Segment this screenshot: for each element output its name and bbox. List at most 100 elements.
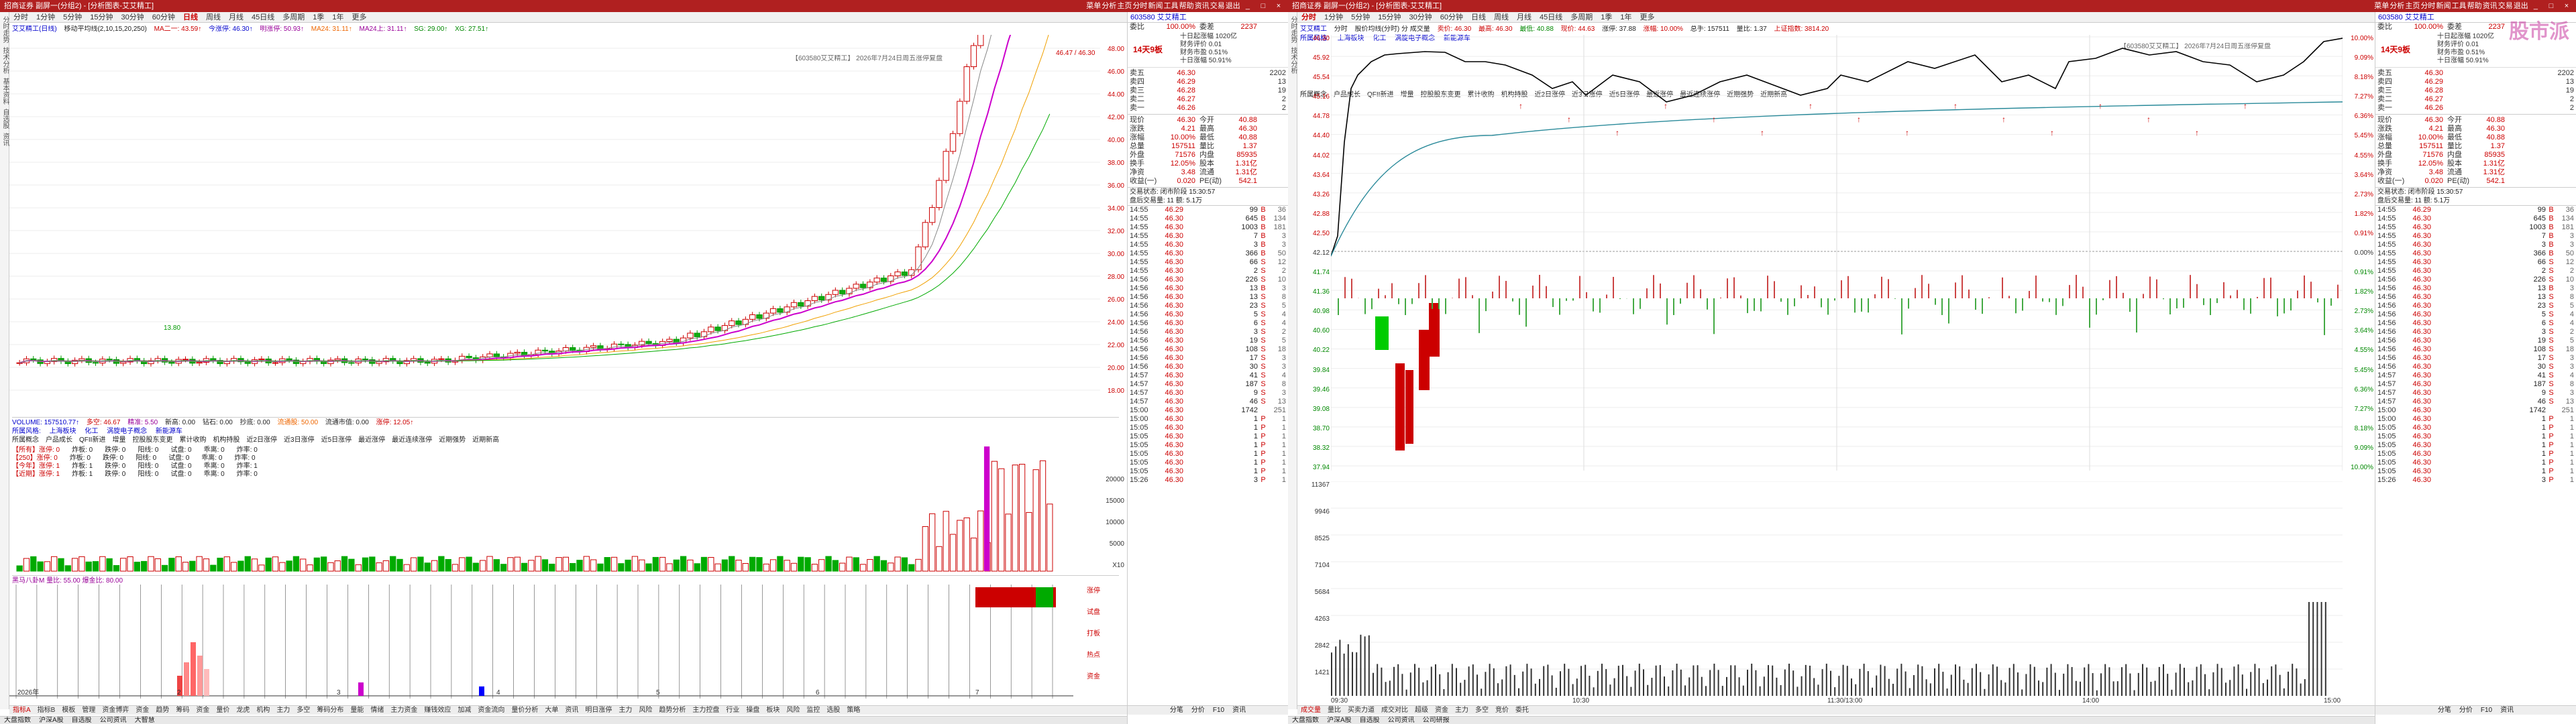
menu-item[interactable]: 新闻 — [1148, 0, 1162, 12]
indicator-tab[interactable]: 资金 — [1432, 706, 1452, 715]
period-tab[interactable]: 60分钟 — [1436, 12, 1467, 23]
right-volume-chart[interactable] — [1331, 481, 2343, 696]
quote-tab-button[interactable]: F10 — [1209, 706, 1228, 715]
status-item[interactable]: 公司资讯 — [96, 717, 131, 724]
menu-item[interactable]: 退出 — [2514, 0, 2527, 12]
indicator-tab[interactable]: 资金博弈 — [99, 706, 132, 715]
side-tab[interactable]: 技术分析 — [1, 47, 9, 74]
menu-item[interactable]: 帮助 — [1179, 0, 1193, 12]
indicator-tab[interactable]: 成交对比 — [1378, 706, 1411, 715]
close-icon[interactable]: × — [1272, 0, 1285, 12]
period-tab[interactable]: 45日线 — [1536, 12, 1566, 23]
minimize-icon[interactable]: _ — [1241, 0, 1254, 12]
period-tab[interactable]: 1季 — [1597, 12, 1616, 23]
indicator-tab[interactable]: 加减 — [454, 706, 474, 715]
indicator-tab[interactable]: 情绪 — [367, 706, 387, 715]
period-tab[interactable]: 1分钟 — [32, 12, 59, 23]
indicator-tab[interactable]: 趋势 — [152, 706, 172, 715]
period-tab[interactable]: 15分钟 — [86, 12, 117, 23]
quote-tab-button[interactable]: 资讯 — [2496, 706, 2518, 715]
period-tab[interactable]: 多周期 — [278, 12, 309, 23]
left-indicator-chart[interactable]: 涨停试盘打板热点资金2026年 2 3 4 5 6 7 — [9, 585, 1127, 699]
indicator-tab[interactable]: 主力 — [1452, 706, 1472, 715]
indicator-tab[interactable]: 量能 — [347, 706, 367, 715]
period-tab[interactable]: 45日线 — [248, 12, 278, 23]
indicator-tab[interactable]: 资金 — [193, 706, 213, 715]
indicator-tab[interactable]: 操盘 — [743, 706, 763, 715]
right-intraday-chart[interactable]: ↑↑↑↑↑↑↑↑↑↑↑↑↑↑↑↑ — [1331, 35, 2343, 471]
indicator-tab[interactable]: 风险 — [783, 706, 803, 715]
sector-item[interactable]: 化工 — [85, 428, 98, 435]
indicator-tab[interactable]: 多空 — [1472, 706, 1492, 715]
menu-item[interactable]: 退出 — [1226, 0, 1239, 12]
quote-tab-button[interactable]: F10 — [2477, 706, 2496, 715]
indicator-tab[interactable]: 主力 — [615, 706, 635, 715]
indicator-tab[interactable]: 量价分析 — [508, 706, 541, 715]
indicator-tab[interactable]: 筹码 — [172, 706, 193, 715]
side-tab[interactable]: 技术分析 — [1289, 47, 1297, 74]
period-tab[interactable]: 5分钟 — [59, 12, 86, 23]
indicator-tab[interactable]: 龙虎 — [233, 706, 253, 715]
indicator-tab[interactable]: 明日涨停 — [582, 706, 615, 715]
indicator-tab[interactable]: 主力控盘 — [689, 706, 722, 715]
menu-item[interactable]: 交易 — [2498, 0, 2512, 12]
indicator-tab[interactable]: 成交量 — [1297, 706, 1324, 715]
sector-item[interactable]: 新能源车 — [156, 428, 182, 435]
side-tab[interactable]: 分时走势 — [1, 16, 9, 43]
sector-item[interactable]: 涡旋电子概念 — [107, 428, 147, 435]
indicator-tab[interactable]: 超级 — [1411, 706, 1432, 715]
indicator-tab[interactable]: 策略 — [843, 706, 863, 715]
menu-item[interactable]: 资讯 — [1195, 0, 1208, 12]
menu-item[interactable]: 资讯 — [2483, 0, 2496, 12]
close-icon[interactable]: × — [2560, 0, 2573, 12]
left-kline-chart[interactable]: 48.0046.0044.0042.0040.0038.0036.0034.00… — [9, 35, 1127, 417]
quote-tab-button[interactable]: 分价 — [1187, 706, 1209, 715]
indicator-tab[interactable]: 筹码分布 — [313, 706, 347, 715]
indicator-tab[interactable]: 机构 — [253, 706, 273, 715]
status-item[interactable]: 大盘指数 — [0, 717, 35, 724]
period-tab[interactable]: 周线 — [202, 12, 225, 23]
status-item[interactable]: 沪深A股 — [35, 717, 68, 724]
period-tab[interactable]: 5分钟 — [1347, 12, 1374, 23]
period-tab[interactable]: 1分钟 — [1320, 12, 1347, 23]
indicator-tab[interactable]: 竞价 — [1492, 706, 1512, 715]
period-tab[interactable]: 更多 — [1636, 12, 1659, 23]
indicator-tab[interactable]: 管理 — [78, 706, 99, 715]
indicator-tab[interactable]: 指标A — [9, 706, 34, 715]
indicator-tab[interactable]: 主力 — [273, 706, 293, 715]
indicator-tab[interactable]: 板块 — [763, 706, 783, 715]
menu-item[interactable]: 帮助 — [2467, 0, 2481, 12]
period-tab[interactable]: 月线 — [1513, 12, 1536, 23]
period-tab[interactable]: 日线 — [179, 12, 202, 23]
period-tab[interactable]: 分时 — [1297, 12, 1320, 23]
indicator-tab[interactable]: 风险 — [635, 706, 655, 715]
indicator-tab[interactable]: 资讯 — [561, 706, 582, 715]
menu-item[interactable]: 工具 — [2452, 0, 2465, 12]
status-item[interactable]: 大盘指数 — [1288, 717, 1323, 724]
menu-item[interactable]: 工具 — [1164, 0, 1177, 12]
left-volume-chart[interactable]: 20000 15000 10000 5000 X10 — [9, 441, 1127, 574]
side-tab[interactable]: 资讯 — [1, 133, 9, 146]
period-tab[interactable]: 60分钟 — [148, 12, 179, 23]
period-tab[interactable]: 30分钟 — [1405, 12, 1436, 23]
status-item[interactable]: 自选股 — [1356, 717, 1384, 724]
status-item[interactable]: 大智慧 — [131, 717, 159, 724]
side-tab[interactable]: 分时走势 — [1289, 16, 1297, 43]
quote-tab-button[interactable]: 分笔 — [2434, 706, 2455, 715]
period-tab[interactable]: 多周期 — [1566, 12, 1597, 23]
side-tab[interactable]: 基本资料 — [1, 78, 9, 105]
period-tab[interactable]: 30分钟 — [117, 12, 148, 23]
menu-item[interactable]: 交易 — [1210, 0, 1224, 12]
period-tab[interactable]: 日线 — [1467, 12, 1490, 23]
menu-item[interactable]: 分时 — [2420, 0, 2434, 12]
maximize-icon[interactable]: □ — [1256, 0, 1270, 12]
menu-item[interactable]: 分析 — [1102, 0, 1115, 12]
status-item[interactable]: 沪深A股 — [1323, 717, 1356, 724]
quote-tab-button[interactable]: 资讯 — [1228, 706, 1250, 715]
period-tab[interactable]: 1年 — [1616, 12, 1635, 23]
indicator-tab[interactable]: 多空 — [293, 706, 313, 715]
indicator-tab[interactable]: 指标B — [34, 706, 59, 715]
quote-tab-button[interactable]: 分价 — [2455, 706, 2477, 715]
menu-item[interactable]: 新闻 — [2436, 0, 2450, 12]
indicator-tab[interactable]: 主力资金 — [387, 706, 421, 715]
